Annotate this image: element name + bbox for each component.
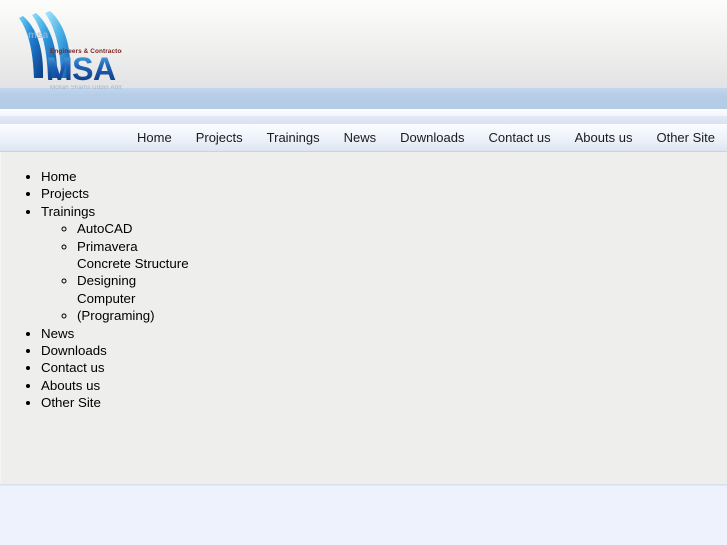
list-item[interactable]: Other Site: [41, 394, 727, 411]
nav-item-downloads[interactable]: Downloads: [388, 124, 476, 151]
list-item[interactable]: Home: [41, 168, 727, 185]
list-item[interactable]: Abouts us: [41, 377, 727, 394]
logo-brand-text: MSA: [46, 51, 116, 87]
submenu-item-label: AutoCAD: [77, 221, 133, 237]
list-item[interactable]: Projects: [41, 185, 727, 202]
trainings-submenu-list: AutoCAD Primavera Concrete Structure Des…: [41, 220, 727, 324]
list-item-label: Trainings: [41, 203, 96, 219]
nav-item-other-site[interactable]: Other Site: [644, 124, 727, 151]
list-item-label: Home: [41, 169, 77, 184]
logo-watermark-text: msa: [28, 30, 48, 41]
list-item[interactable]: Contact us: [41, 359, 727, 376]
main-navigation-bar: Home Projects Trainings News Downloads C…: [0, 124, 727, 152]
content-area: Home Projects Trainings AutoCAD Primaver…: [0, 152, 727, 485]
list-item-label: News: [41, 325, 75, 341]
site-logo[interactable]: msa Engineers & Contractors MSA Mollah S…: [14, 6, 122, 92]
submenu-item-label: Primavera: [77, 238, 138, 254]
nav-item-news[interactable]: News: [332, 124, 389, 151]
list-item[interactable]: AutoCAD: [77, 220, 727, 237]
nav-item-projects[interactable]: Projects: [184, 124, 255, 151]
header-white-stripe: [0, 109, 727, 116]
list-item-label: Projects: [41, 186, 90, 202]
submenu-item-label: Computer (Programing): [77, 290, 155, 324]
nav-item-contact-us[interactable]: Contact us: [476, 124, 562, 151]
list-item[interactable]: Primavera: [77, 238, 727, 255]
site-menu-list: Home Projects Trainings AutoCAD Primaver…: [1, 168, 727, 412]
list-item-label: Downloads: [41, 343, 107, 359]
nav-item-trainings[interactable]: Trainings: [255, 124, 332, 151]
footer-area: [0, 486, 727, 545]
list-item-label: Abouts us: [41, 377, 101, 393]
content-inner: Home Projects Trainings AutoCAD Primaver…: [1, 152, 727, 412]
nav-item-home[interactable]: Home: [123, 124, 184, 151]
submenu-item-label: Concrete Structure Designing: [77, 256, 189, 289]
list-item[interactable]: News: [41, 325, 727, 342]
list-item-label: Contact us: [41, 360, 105, 376]
list-item[interactable]: Downloads: [41, 342, 727, 359]
header-lightblue-stripe: [0, 116, 727, 124]
list-item[interactable]: Trainings AutoCAD Primavera Concrete Str…: [41, 203, 727, 325]
logo-subtext: Mollah Shams Uddin Ahmed: [50, 85, 122, 91]
page-root: msa Engineers & Contractors MSA Mollah S…: [0, 0, 727, 545]
list-item[interactable]: Computer (Programing): [77, 290, 727, 325]
nav-item-abouts-us[interactable]: Abouts us: [563, 124, 645, 151]
list-item-label: Other Site: [41, 395, 101, 411]
list-item[interactable]: Concrete Structure Designing: [77, 255, 727, 290]
